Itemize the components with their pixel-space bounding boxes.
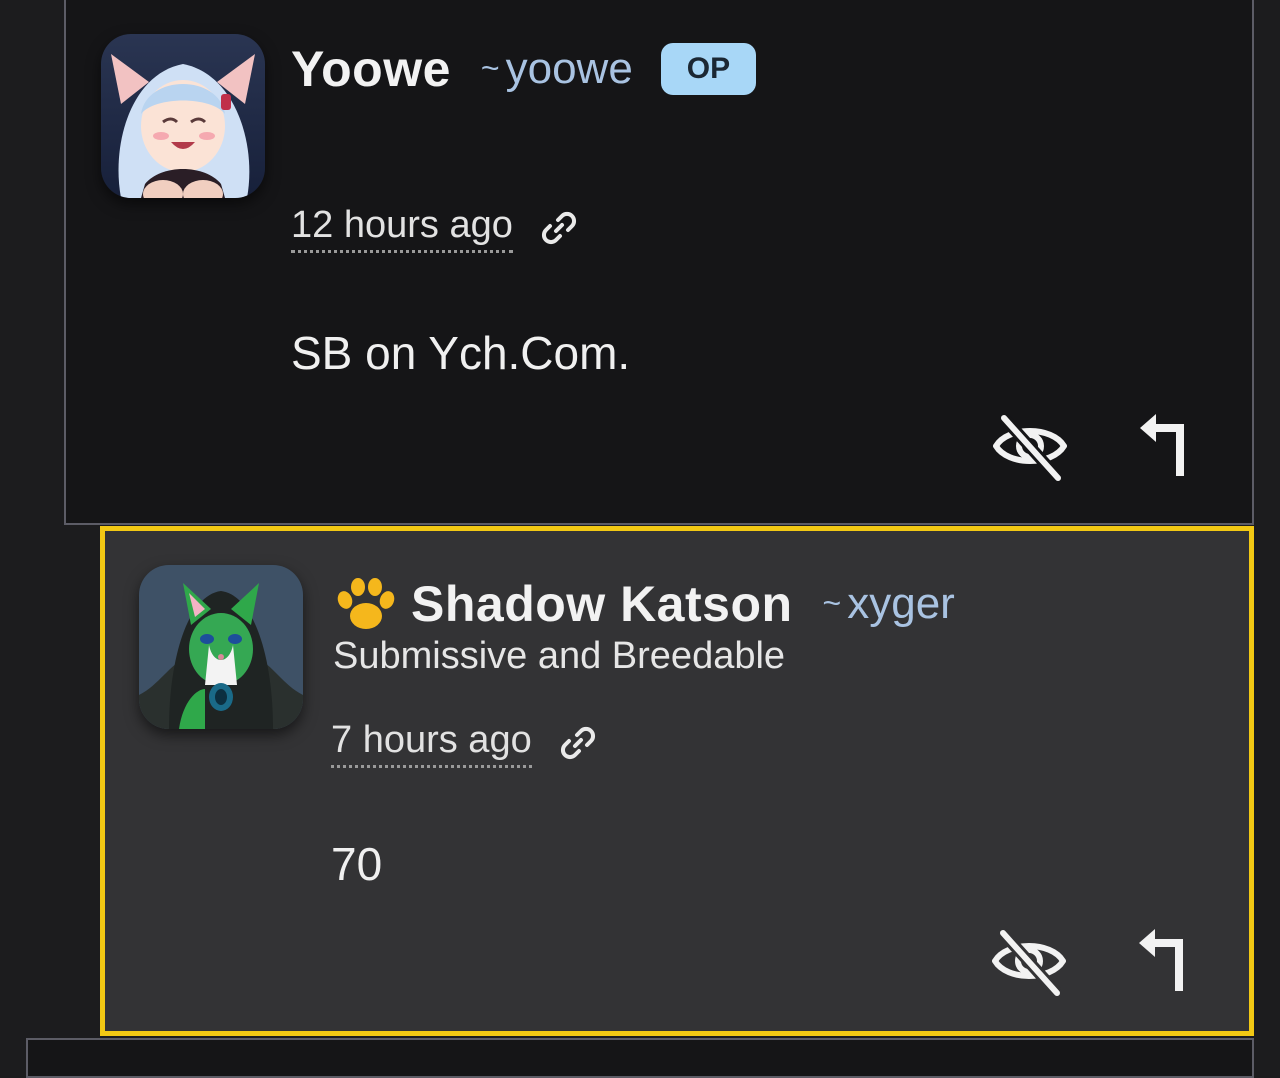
reply-button[interactable] — [1117, 921, 1197, 1001]
eye-slash-icon — [992, 928, 1066, 998]
user-avatar[interactable] — [139, 565, 303, 729]
anime-catgirl-avatar-image — [101, 34, 265, 198]
link-icon[interactable] — [539, 208, 579, 248]
comment-header: Shadow Katson ~ xyger — [333, 571, 955, 637]
comment-card-highlighted: Shadow Katson ~ xyger Submissive and Bree… — [100, 526, 1254, 1036]
reply-arrow-icon — [1139, 929, 1183, 991]
hide-button[interactable] — [990, 406, 1070, 486]
handle-prefix: ~ — [822, 585, 842, 621]
comment-body: SB on Ych.Com. — [291, 327, 631, 379]
display-name[interactable]: Yoowe — [291, 40, 451, 98]
comment-actions — [990, 406, 1198, 486]
user-avatar[interactable] — [101, 34, 265, 198]
comment-meta: 12 hours ago — [291, 204, 579, 253]
reply-arrow-icon — [1140, 414, 1184, 476]
user-handle[interactable]: ~ xyger — [823, 579, 955, 629]
link-icon[interactable] — [558, 723, 598, 763]
reply-button[interactable] — [1118, 406, 1198, 486]
display-name[interactable]: Shadow Katson — [411, 575, 793, 633]
comment-body: 70 — [331, 838, 383, 890]
user-title: Submissive and Breedable — [333, 635, 786, 677]
eye-slash-icon — [993, 413, 1067, 483]
comment-actions — [989, 921, 1197, 1001]
comment-header: Yoowe ~ yoowe OP — [291, 36, 757, 102]
timestamp[interactable]: 12 hours ago — [291, 204, 513, 253]
paw-icon — [333, 574, 399, 634]
comment-card-next — [26, 1038, 1254, 1078]
comment-meta: 7 hours ago — [331, 719, 598, 768]
timestamp[interactable]: 7 hours ago — [331, 719, 532, 768]
handle-text: xyger — [847, 579, 955, 628]
user-handle[interactable]: ~ yoowe — [481, 44, 633, 94]
green-cat-avatar-image — [139, 565, 303, 729]
handle-text: yoowe — [505, 44, 633, 93]
comment-card: Yoowe ~ yoowe OP 12 hours ago SB on Ych.C… — [64, 0, 1254, 525]
op-badge: OP — [660, 43, 757, 95]
handle-prefix: ~ — [480, 50, 500, 86]
hide-button[interactable] — [989, 921, 1069, 1001]
